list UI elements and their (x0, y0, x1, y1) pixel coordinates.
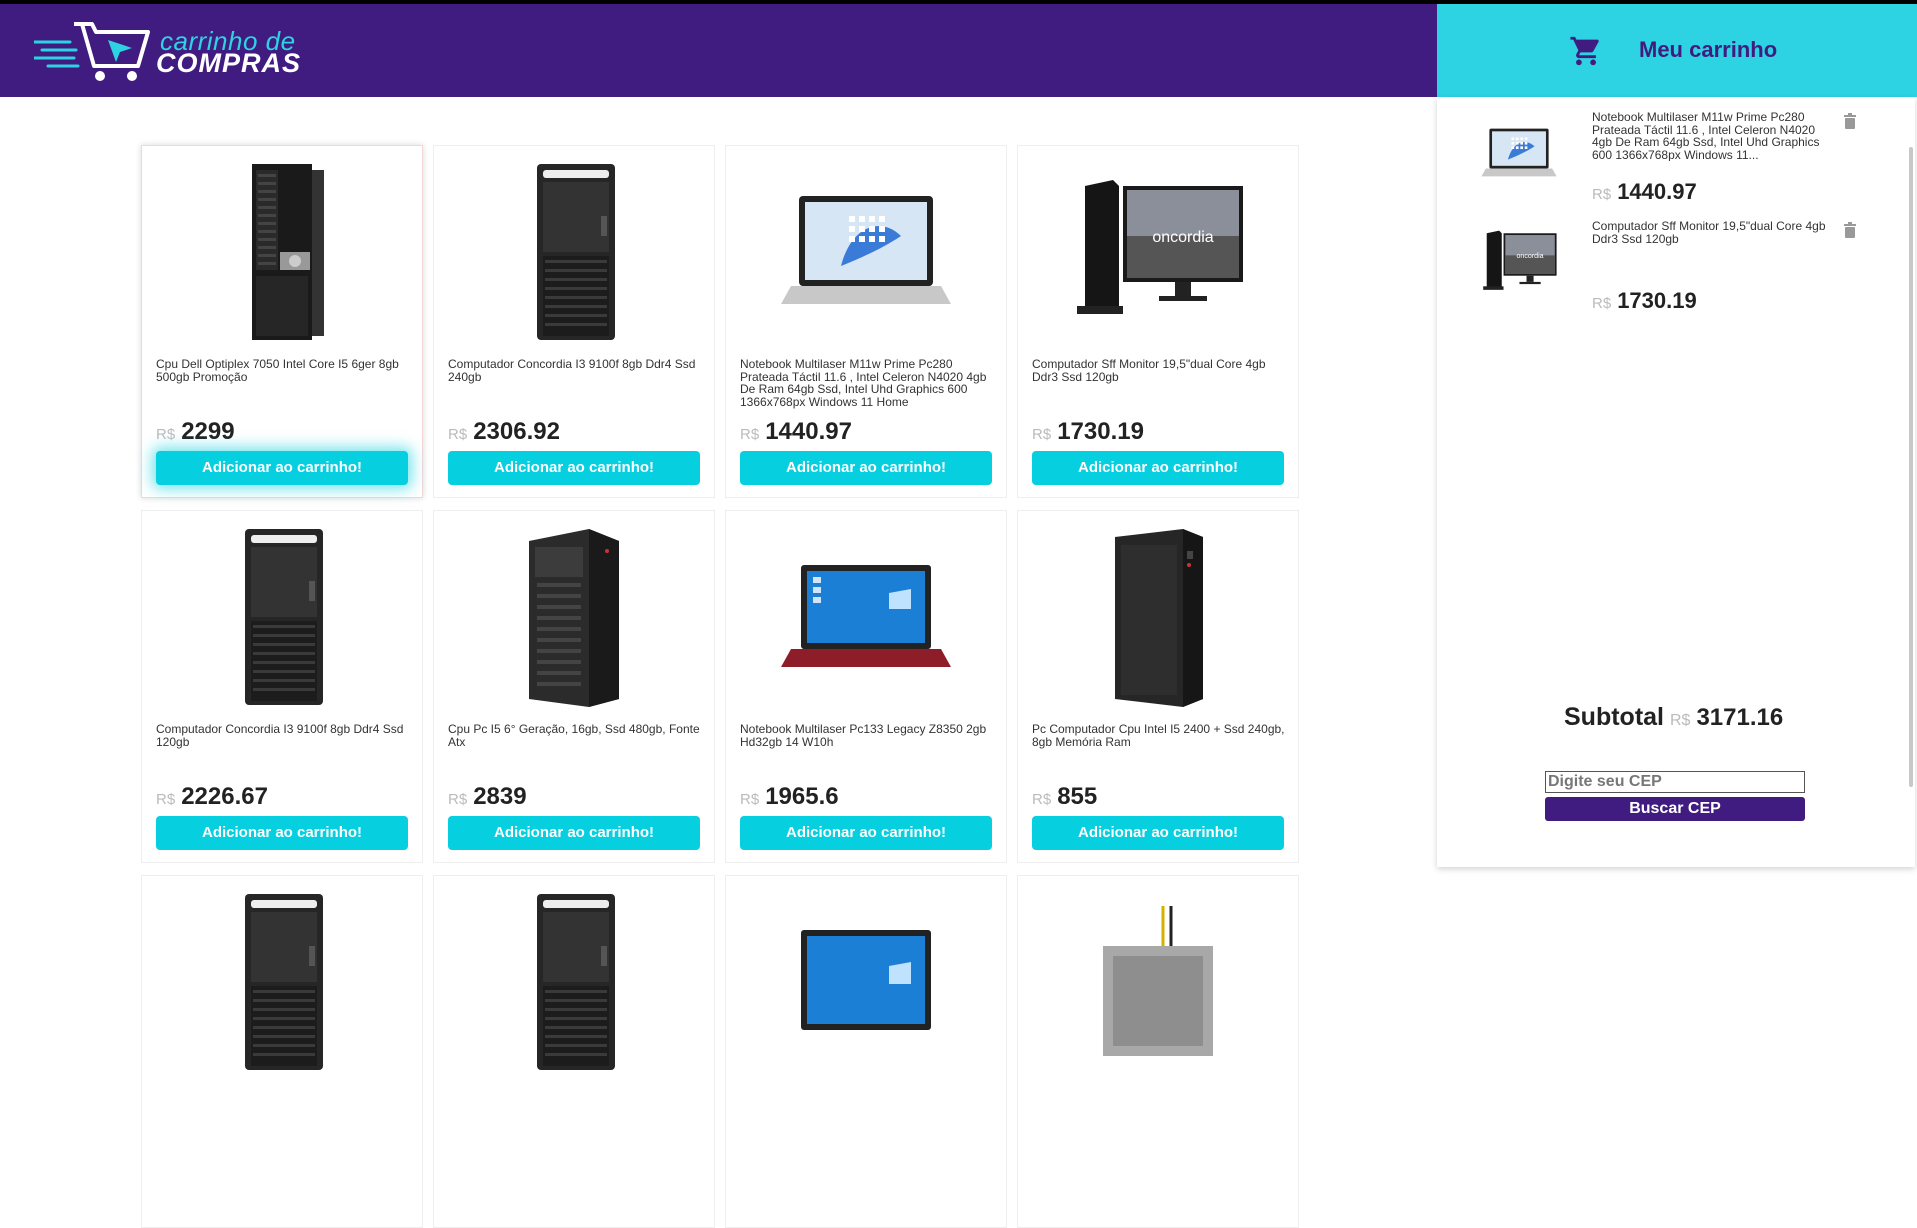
product-card (725, 875, 1007, 1228)
price-value: 1440.97 (1617, 179, 1697, 204)
product-image (1063, 886, 1253, 1076)
product-image (187, 156, 377, 346)
currency-symbol: R$ (1592, 295, 1612, 312)
subtotal-value: 3171.16 (1696, 704, 1784, 731)
currency-symbol: R$ (448, 426, 468, 443)
currency-symbol: R$ (740, 791, 760, 808)
product-card: Cpu Dell Optiplex 7050 Intel Core I5 6ge… (141, 145, 423, 498)
price-value: 1440.97 (765, 418, 852, 445)
cart-item: oncordia Computador Sff Monitor 19,5"dual… (1477, 220, 1877, 330)
logo[interactable]: carrinho de COMPRAS (32, 18, 304, 82)
add-to-cart-button[interactable]: Adicionar ao carrinho! (448, 816, 700, 850)
currency-symbol: R$ (740, 426, 760, 443)
add-to-cart-button[interactable]: Adicionar ao carrinho! (1032, 816, 1284, 850)
add-to-cart-button[interactable]: Adicionar ao carrinho! (156, 451, 408, 485)
cart-item: Notebook Multilaser M11w Prime Pc280 Pra… (1477, 111, 1877, 221)
product-image (771, 521, 961, 711)
trash-icon[interactable] (1843, 222, 1857, 238)
product-image (187, 521, 377, 711)
product-card (1017, 875, 1299, 1228)
currency-symbol: R$ (448, 791, 468, 808)
product-image (187, 886, 377, 1076)
price-value: 1965.6 (765, 783, 839, 810)
product-card (433, 875, 715, 1228)
price-value: 2226.67 (181, 783, 268, 810)
product-name: Pc Computador Cpu Intel I5 2400 + Ssd 24… (1032, 723, 1285, 749)
subtotal: Subtotal R$ 3171.16 (1564, 703, 1783, 732)
product-image (479, 156, 669, 346)
site-header: carrinho de COMPRAS (0, 4, 1437, 97)
product-card: Notebook Multilaser M11w Prime Pc280 Pra… (725, 145, 1007, 498)
product-card: Notebook Multilaser Pc133 Legacy Z8350 2… (725, 510, 1007, 863)
product-card (141, 875, 423, 1228)
subtotal-currency: R$ (1670, 712, 1691, 729)
product-name: Computador Concordia I3 9100f 8gb Ddr4 S… (156, 723, 404, 749)
currency-symbol: R$ (1592, 186, 1612, 203)
cart-item-thumbnail: oncordia (1477, 220, 1561, 290)
product-price: R$ 1730.19 (1032, 418, 1144, 446)
currency-symbol: R$ (1032, 426, 1052, 443)
price-value: 1730.19 (1617, 288, 1697, 313)
product-price: R$ 2839 (448, 783, 527, 811)
price-value: 2839 (473, 783, 527, 810)
product-name: Notebook Multilaser Pc133 Legacy Z8350 2… (740, 723, 987, 749)
product-price: R$ 1440.97 (740, 418, 852, 446)
price-value: 1730.19 (1057, 418, 1144, 445)
logo-text-line2: COMPRAS (156, 48, 302, 78)
subtotal-label: Subtotal (1564, 703, 1664, 731)
add-to-cart-button[interactable]: Adicionar ao carrinho! (740, 816, 992, 850)
price-value: 2299 (181, 418, 235, 445)
cart-item-thumbnail (1477, 111, 1561, 177)
add-to-cart-button[interactable]: Adicionar ao carrinho! (448, 451, 700, 485)
product-price: R$ 855 (1032, 783, 1097, 811)
product-price: R$ 2226.67 (156, 783, 268, 811)
product-card: Computador Concordia I3 9100f 8gb Ddr4 S… (433, 145, 715, 498)
product-image (479, 886, 669, 1076)
product-image: oncordia (1063, 156, 1253, 346)
trash-icon[interactable] (1843, 113, 1857, 129)
product-image (771, 156, 961, 346)
product-name: Cpu Pc I5 6° Geração, 16gb, Ssd 480gb, F… (448, 723, 700, 749)
cep-input[interactable] (1545, 771, 1805, 793)
add-to-cart-button[interactable]: Adicionar ao carrinho! (740, 451, 992, 485)
product-price: R$ 2299 (156, 418, 235, 446)
product-card: Computador Concordia I3 9100f 8gb Ddr4 S… (141, 510, 423, 863)
product-price: R$ 2306.92 (448, 418, 560, 446)
product-name: Computador Sff Monitor 19,5"dual Core 4g… (1032, 358, 1266, 384)
product-card: Pc Computador Cpu Intel I5 2400 + Ssd 24… (1017, 510, 1299, 863)
product-image (771, 886, 961, 1076)
cart-scrollbar[interactable] (1909, 147, 1913, 787)
svg-text:oncordia: oncordia (1517, 253, 1544, 260)
price-value: 855 (1057, 783, 1098, 810)
product-image (1063, 521, 1253, 711)
cart-title: Meu carrinho (1639, 37, 1778, 62)
product-name: Notebook Multilaser M11w Prime Pc280 Pra… (740, 358, 987, 409)
cart-panel: Notebook Multilaser M11w Prime Pc280 Pra… (1437, 97, 1915, 867)
add-to-cart-button[interactable]: Adicionar ao carrinho! (156, 816, 408, 850)
add-to-cart-button[interactable]: Adicionar ao carrinho! (1032, 451, 1284, 485)
product-image (479, 521, 669, 711)
currency-symbol: R$ (156, 426, 176, 443)
currency-symbol: R$ (1032, 791, 1052, 808)
cart-item-price: R$ 1730.19 (1592, 288, 1697, 314)
cart-item-name: Computador Sff Monitor 19,5"dual Core 4g… (1592, 220, 1826, 246)
search-cep-button[interactable]: Buscar CEP (1545, 797, 1805, 821)
svg-text:oncordia: oncordia (1152, 229, 1213, 246)
price-value: 2306.92 (473, 418, 560, 445)
currency-symbol: R$ (156, 791, 176, 808)
shopping-cart-icon (1570, 36, 1599, 66)
cart-header[interactable]: Meu carrinho (1437, 4, 1917, 97)
product-card: Cpu Pc I5 6° Geração, 16gb, Ssd 480gb, F… (433, 510, 715, 863)
product-name: Cpu Dell Optiplex 7050 Intel Core I5 6ge… (156, 358, 399, 384)
product-price: R$ 1965.6 (740, 783, 839, 811)
product-name: Computador Concordia I3 9100f 8gb Ddr4 S… (448, 358, 696, 384)
product-card: oncordia Computador Sff Monitor 19,5"dual… (1017, 145, 1299, 498)
cart-item-price: R$ 1440.97 (1592, 179, 1697, 205)
cart-logo-icon (32, 22, 150, 81)
cart-item-name: Notebook Multilaser M11w Prime Pc280 Pra… (1592, 111, 1820, 161)
